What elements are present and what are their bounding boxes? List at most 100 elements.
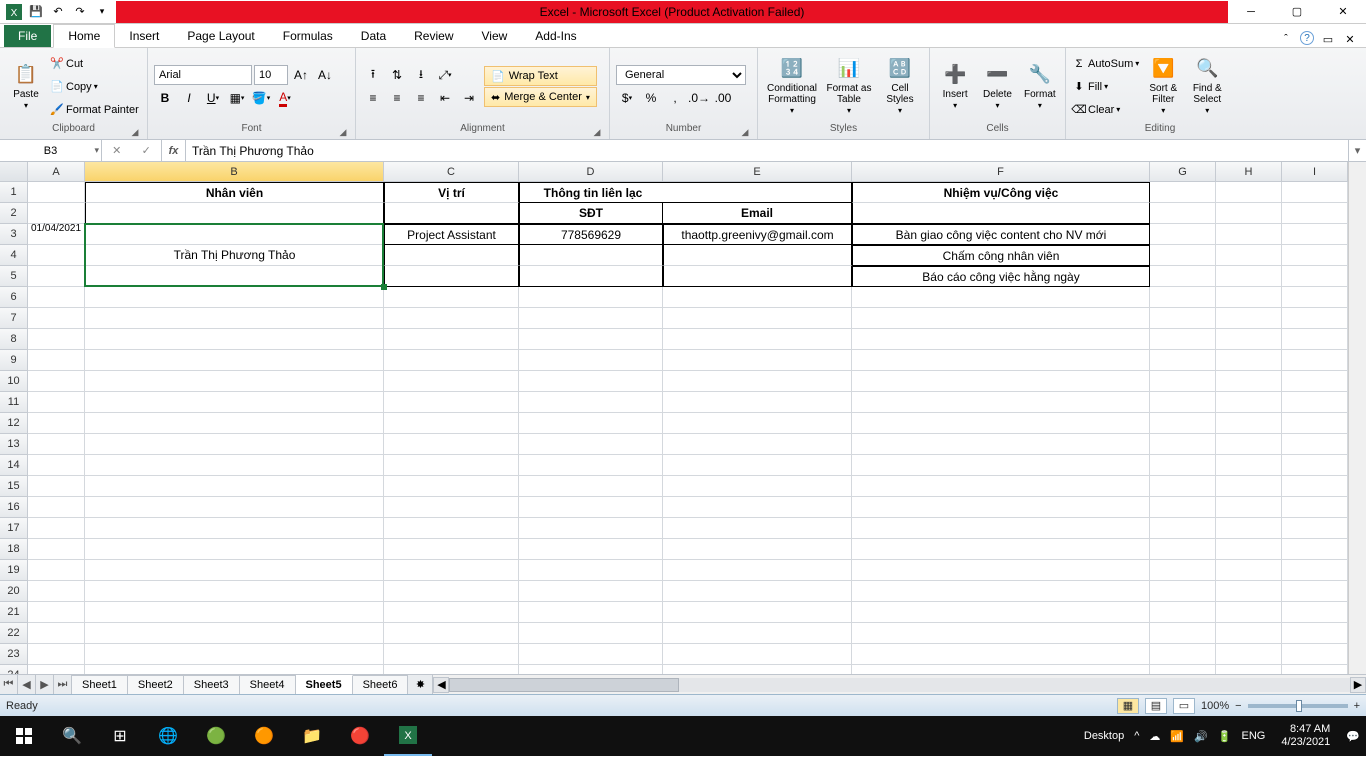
app-icon-2[interactable]: 🟠 xyxy=(240,716,288,756)
app-icon-1[interactable]: 🟢 xyxy=(192,716,240,756)
redo-icon[interactable]: ↷ xyxy=(70,2,90,22)
qat-customize-icon[interactable]: ▾ xyxy=(92,2,112,22)
cell-I12[interactable] xyxy=(1282,413,1348,434)
fill-icon[interactable]: ⬇ xyxy=(1072,80,1086,94)
file-explorer-icon[interactable]: 📁 xyxy=(288,716,336,756)
cell-I13[interactable] xyxy=(1282,434,1348,455)
format-as-table-button[interactable]: 📊Format as Table▾ xyxy=(824,55,874,118)
cell-C8[interactable] xyxy=(384,329,519,350)
cell-G14[interactable] xyxy=(1150,455,1216,476)
cell-G5[interactable] xyxy=(1150,266,1216,287)
conditional-formatting-button[interactable]: 🔢Conditional Formatting▾ xyxy=(764,55,820,118)
font-launcher-icon[interactable]: ◢ xyxy=(337,127,349,139)
cell-H12[interactable] xyxy=(1216,413,1282,434)
row-header-4[interactable]: 4 xyxy=(0,245,28,266)
cell-F23[interactable] xyxy=(852,644,1150,665)
cell-G23[interactable] xyxy=(1150,644,1216,665)
row-header-12[interactable]: 12 xyxy=(0,413,28,434)
close-button[interactable]: ✕ xyxy=(1320,0,1366,24)
cell-G17[interactable] xyxy=(1150,518,1216,539)
cell-H16[interactable] xyxy=(1216,497,1282,518)
horizontal-scrollbar[interactable]: ◀ ▶ xyxy=(432,675,1366,694)
font-color-button[interactable]: A▾ xyxy=(274,88,296,108)
row-header-21[interactable]: 21 xyxy=(0,602,28,623)
excel-icon[interactable]: X xyxy=(4,2,24,22)
col-header-H[interactable]: H xyxy=(1216,162,1282,182)
row-header-7[interactable]: 7 xyxy=(0,308,28,329)
row-header-17[interactable]: 17 xyxy=(0,518,28,539)
cell-A18[interactable] xyxy=(28,539,85,560)
cell-G20[interactable] xyxy=(1150,581,1216,602)
cell-I24[interactable] xyxy=(1282,665,1348,674)
cell-F17[interactable] xyxy=(852,518,1150,539)
cell-E18[interactable] xyxy=(663,539,852,560)
cell-B12[interactable] xyxy=(85,413,384,434)
italic-button[interactable]: I xyxy=(178,88,200,108)
cell-F18[interactable] xyxy=(852,539,1150,560)
formula-input[interactable]: Trần Thị Phương Thảo xyxy=(186,140,1348,161)
hscroll-right-icon[interactable]: ▶ xyxy=(1350,677,1366,693)
name-box[interactable]: B3▾ xyxy=(0,140,102,161)
save-icon[interactable]: 💾 xyxy=(26,2,46,22)
cell-H14[interactable] xyxy=(1216,455,1282,476)
cell-F3[interactable]: Bàn giao công việc content cho NV mới xyxy=(852,224,1150,245)
find-select-button[interactable]: 🔍Find & Select▾ xyxy=(1187,55,1227,118)
cell-A2[interactable] xyxy=(28,203,85,224)
cell-B2[interactable] xyxy=(85,203,384,224)
cell-G13[interactable] xyxy=(1150,434,1216,455)
cell-F13[interactable] xyxy=(852,434,1150,455)
clear-icon[interactable]: ⌫ xyxy=(1072,103,1086,117)
clipboard-launcher-icon[interactable]: ◢ xyxy=(129,127,141,139)
row-header-9[interactable]: 9 xyxy=(0,350,28,371)
app-icon-3[interactable]: 🔴 xyxy=(336,716,384,756)
cell-C24[interactable] xyxy=(384,665,519,674)
cell-E3[interactable]: thaottp.greenivy@gmail.com xyxy=(663,224,852,245)
cell-D15[interactable] xyxy=(519,476,663,497)
cell-H1[interactable] xyxy=(1216,182,1282,203)
tray-clock[interactable]: 8:47 AM4/23/2021 xyxy=(1275,723,1336,749)
percent-icon[interactable]: % xyxy=(640,88,662,108)
tab-review[interactable]: Review xyxy=(400,25,467,47)
enter-formula-icon[interactable]: ✓ xyxy=(142,144,151,157)
maximize-button[interactable]: ▢ xyxy=(1274,0,1320,24)
cell-H9[interactable] xyxy=(1216,350,1282,371)
tab-formulas[interactable]: Formulas xyxy=(269,25,347,47)
cell-G18[interactable] xyxy=(1150,539,1216,560)
row-header-24[interactable]: 24 xyxy=(0,665,28,674)
cell-E13[interactable] xyxy=(663,434,852,455)
cell-F22[interactable] xyxy=(852,623,1150,644)
autosum-label[interactable]: AutoSum xyxy=(1088,58,1133,70)
search-icon[interactable]: 🔍 xyxy=(48,716,96,756)
cell-B9[interactable] xyxy=(85,350,384,371)
cell-I15[interactable] xyxy=(1282,476,1348,497)
cell-D11[interactable] xyxy=(519,392,663,413)
tray-onedrive-icon[interactable]: ☁ xyxy=(1149,730,1160,743)
decrease-indent-icon[interactable]: ⇤ xyxy=(434,88,456,108)
cell-I16[interactable] xyxy=(1282,497,1348,518)
cell-E14[interactable] xyxy=(663,455,852,476)
cell-E11[interactable] xyxy=(663,392,852,413)
row-header-2[interactable]: 2 xyxy=(0,203,28,224)
paste-button[interactable]: 📋Paste▾ xyxy=(6,61,46,113)
vertical-scrollbar[interactable] xyxy=(1348,162,1366,674)
tray-battery-icon[interactable]: 🔋 xyxy=(1218,730,1232,743)
cell-A19[interactable] xyxy=(28,560,85,581)
page-break-view-icon[interactable]: ▭ xyxy=(1173,698,1195,714)
cell-F1[interactable]: Nhiệm vụ/Công việc xyxy=(852,182,1150,203)
cell-H13[interactable] xyxy=(1216,434,1282,455)
cell-C17[interactable] xyxy=(384,518,519,539)
cell-C14[interactable] xyxy=(384,455,519,476)
sheet-nav-prev-icon[interactable]: ◀ xyxy=(18,675,36,694)
cell-G10[interactable] xyxy=(1150,371,1216,392)
cell-D8[interactable] xyxy=(519,329,663,350)
cell-D4[interactable] xyxy=(519,245,663,266)
cell-G8[interactable] xyxy=(1150,329,1216,350)
cell-F21[interactable] xyxy=(852,602,1150,623)
help-icon[interactable]: ? xyxy=(1300,31,1314,45)
autosum-icon[interactable]: Σ xyxy=(1072,57,1086,71)
tab-addins[interactable]: Add-Ins xyxy=(521,25,590,47)
sheet-nav-last-icon[interactable]: ⏭ xyxy=(54,675,72,694)
row-header-1[interactable]: 1 xyxy=(0,182,28,203)
fx-icon[interactable]: fx xyxy=(162,140,186,161)
cell-A13[interactable] xyxy=(28,434,85,455)
